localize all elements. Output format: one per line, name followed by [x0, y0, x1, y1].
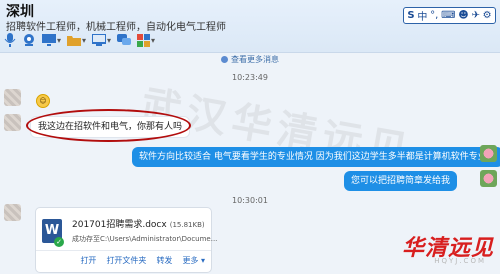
chevron-down-icon: ▾	[82, 35, 87, 45]
screen-share-icon	[42, 34, 56, 46]
file-transfer-button[interactable]: ▾	[67, 32, 86, 48]
contact-avatar[interactable]	[4, 89, 21, 106]
more-label[interactable]: 更多	[182, 256, 198, 265]
timestamp: 10:30:01	[232, 196, 268, 205]
file-name: 201701招聘需求.docx (15.81KB)	[72, 217, 205, 230]
timestamp: 10:23:49	[232, 73, 268, 82]
contact-avatar[interactable]	[4, 114, 21, 131]
apps-button[interactable]: ▾	[137, 32, 155, 48]
file-message-card[interactable]: W ✓ 201701招聘需求.docx (15.81KB) 成功存至C:\User…	[35, 207, 217, 273]
folder-icon	[67, 36, 82, 46]
ime-toolbar[interactable]: S 中 °, ⌨ ☻ ✈ ⚙	[403, 7, 496, 24]
file-saved-status: 成功存至C:\Users\Administrator\Docume...	[72, 235, 218, 243]
highlight-ellipse	[26, 109, 191, 142]
file-actions: 打开 打开文件夹 转发 更多 ▾	[36, 255, 205, 266]
ime-logo-icon: S	[407, 10, 415, 21]
chevron-down-icon: ▾	[200, 256, 205, 265]
ime-punctuation-icon[interactable]: °,	[430, 10, 438, 21]
my-avatar[interactable]	[480, 145, 497, 162]
ime-tool-icon[interactable]: ✈	[471, 10, 479, 21]
remote-desktop-button[interactable]: ▾	[92, 32, 111, 48]
chat-header: 深圳 招聘软件工程师，机械工程师，自动化电气工程师 S 中 °, ⌨ ☻ ✈ ⚙…	[0, 0, 500, 53]
ime-language-label[interactable]: 中	[417, 8, 427, 23]
ime-settings-icon[interactable]: ⚙	[483, 10, 492, 21]
microphone-icon	[4, 33, 16, 47]
video-call-button[interactable]	[22, 32, 36, 48]
message-bubble-outgoing: 您可以把招聘简章发给我	[344, 171, 458, 191]
monitor-icon	[92, 34, 107, 46]
voice-call-button[interactable]	[4, 32, 16, 48]
open-file-link[interactable]: 打开	[80, 255, 96, 266]
group-chat-icon	[117, 34, 132, 45]
view-more-messages-link[interactable]: 查看更多消息	[0, 54, 500, 65]
message-bubble-outgoing: 软件方向比较适合 电气要看学生的专业情况 因为我们这边学生多半都是计算机软件专业…	[132, 147, 500, 167]
check-icon: ✓	[54, 237, 64, 247]
divider	[36, 250, 211, 251]
smiley-emoji-icon: ☺	[36, 94, 50, 108]
view-more-label[interactable]: 查看更多消息	[231, 55, 279, 64]
contact-avatar[interactable]	[4, 204, 21, 221]
more-link[interactable]: 更多 ▾	[182, 255, 205, 266]
ime-keyboard-icon[interactable]: ⌨	[441, 10, 455, 21]
brand-logo-domain: HQYJ.COM	[434, 257, 486, 265]
create-group-button[interactable]	[117, 32, 132, 48]
ime-skin-icon[interactable]: ☻	[458, 10, 468, 21]
clock-icon	[221, 56, 228, 63]
my-avatar[interactable]	[480, 170, 497, 187]
chat-toolbar: ▾ ▾ ▾ ▾	[4, 31, 155, 49]
camera-icon	[24, 34, 34, 46]
open-folder-link[interactable]: 打开文件夹	[106, 255, 146, 266]
chevron-down-icon: ▾	[151, 35, 156, 45]
apps-grid-icon	[137, 33, 151, 47]
file-size: (15.81KB)	[169, 221, 205, 229]
chevron-down-icon: ▾	[57, 35, 62, 45]
file-name-text: 201701招聘需求.docx	[72, 220, 167, 230]
forward-link[interactable]: 转发	[156, 255, 172, 266]
screen-share-button[interactable]: ▾	[42, 32, 61, 48]
chevron-down-icon: ▾	[107, 35, 112, 45]
